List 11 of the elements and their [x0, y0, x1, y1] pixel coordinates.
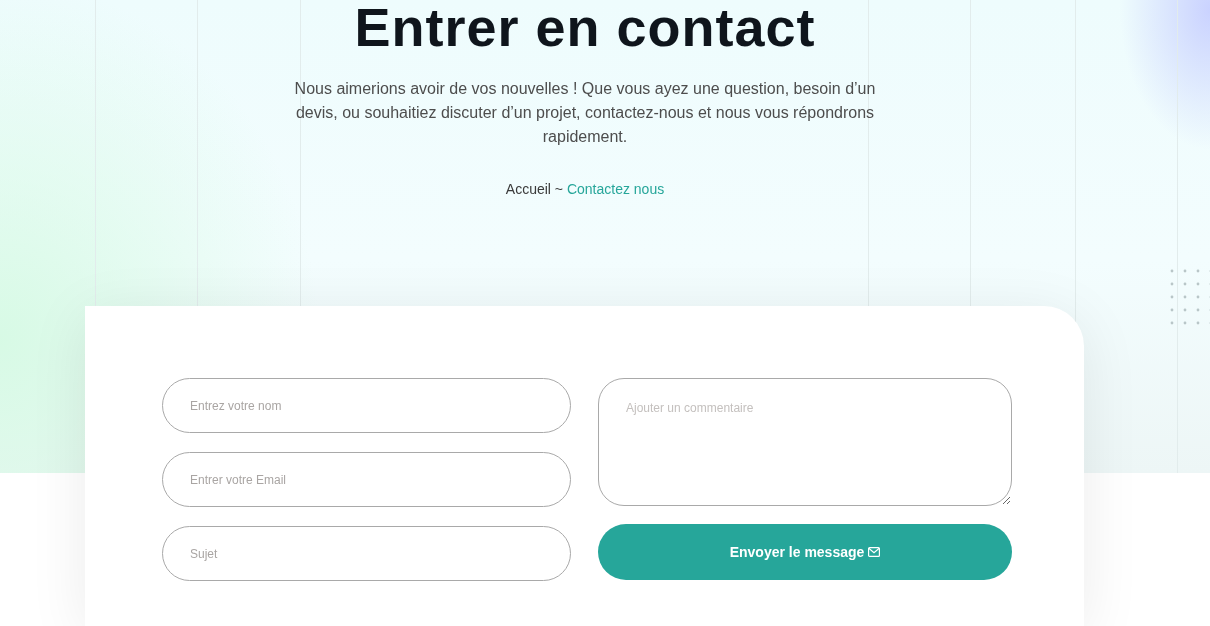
send-button[interactable]: Envoyer le message	[598, 524, 1012, 580]
breadcrumb-separator: ~	[554, 181, 563, 197]
comment-field[interactable]: Ajouter un commentaire	[598, 378, 1012, 506]
breadcrumb-current[interactable]: Contactez nous	[566, 181, 665, 197]
envelope-icon	[868, 547, 881, 557]
page-title: Entrer en contact	[353, 0, 817, 54]
breadcrumb-link[interactable]: Accueil	[505, 181, 551, 197]
input-field[interactable]: Entrer votre Email	[162, 452, 571, 507]
input-field[interactable]: Entrez votre nom	[162, 378, 571, 433]
input-field[interactable]: Sujet	[162, 526, 571, 581]
intro-paragraph: Nous aimerions avoir de vos nouvelles ! Que vous ayez une question, besoin d’un devis, ou souhaitiez discuter d’un projet, contactez-nous et nous vous répondrons rapidement.	[293, 79, 877, 147]
